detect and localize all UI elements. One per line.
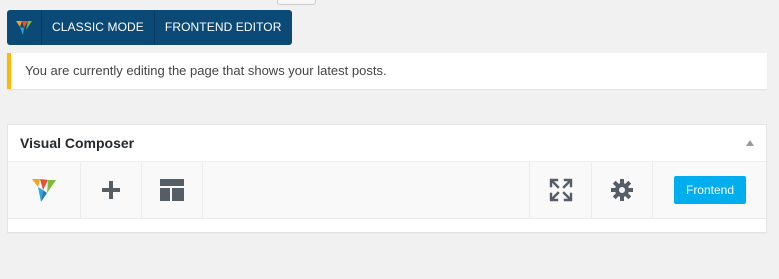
editing-notice: You are currently editing the page that … bbox=[7, 53, 767, 89]
layout-icon bbox=[160, 179, 184, 201]
frontend-button[interactable]: Frontend bbox=[674, 176, 746, 204]
classic-mode-button[interactable]: CLASSIC MODE bbox=[42, 10, 155, 45]
vc-logo-icon bbox=[32, 179, 56, 202]
settings-button[interactable] bbox=[591, 162, 653, 218]
gear-icon bbox=[611, 179, 633, 201]
editor-mode-toggle: CLASSIC MODE FRONTEND EDITOR bbox=[7, 10, 292, 45]
panel-header: Visual Composer bbox=[8, 125, 766, 162]
templates-button[interactable] bbox=[142, 162, 203, 218]
plus-icon bbox=[102, 181, 120, 199]
vc-logo-icon[interactable] bbox=[7, 10, 42, 45]
vc-navbar: Frontend bbox=[8, 162, 766, 219]
collapse-arrow-icon[interactable] bbox=[746, 140, 754, 146]
add-element-button[interactable] bbox=[81, 162, 142, 218]
panel-title: Visual Composer bbox=[20, 135, 135, 151]
notice-text: You are currently editing the page that … bbox=[25, 63, 387, 78]
frontend-editor-button[interactable]: FRONTEND EDITOR bbox=[155, 10, 292, 45]
top-stub-button[interactable] bbox=[277, 0, 316, 5]
visual-composer-panel: Visual Composer Frontend bbox=[7, 124, 767, 233]
fullscreen-button[interactable] bbox=[529, 162, 591, 218]
vc-logo-button[interactable] bbox=[8, 162, 81, 218]
fullscreen-icon bbox=[549, 178, 572, 202]
